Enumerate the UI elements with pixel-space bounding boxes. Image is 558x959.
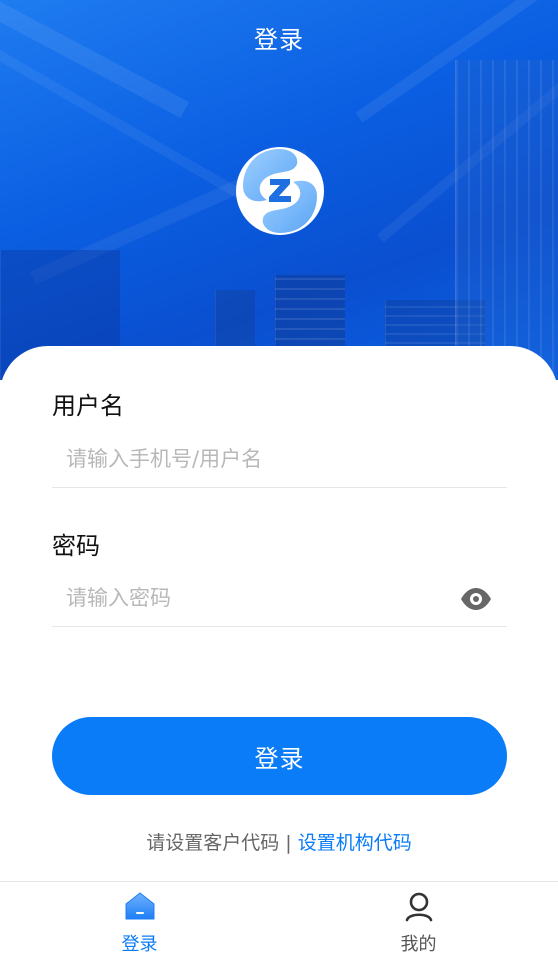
tab-mine[interactable]: 我的 xyxy=(279,882,558,959)
username-input[interactable] xyxy=(52,430,507,488)
set-org-code-link[interactable]: 设置机构代码 xyxy=(298,832,412,854)
person-icon xyxy=(405,892,433,922)
username-label: 用户名 xyxy=(52,392,124,420)
hero-banner: 登录 xyxy=(0,0,558,380)
customer-code-line: 请设置客户代码 | 设置机构代码 xyxy=(0,828,558,855)
tab-mine-label: 我的 xyxy=(400,934,437,955)
login-screen: 登录 用户名 密码 登录 请设置客户代码 | 设置机构代码 xyxy=(0,0,558,959)
tab-login-label: 登录 xyxy=(121,934,158,955)
password-input[interactable] xyxy=(52,569,507,627)
login-button[interactable]: 登录 xyxy=(52,717,507,795)
login-card: 用户名 密码 登录 请设置客户代码 | 设置机构代码 xyxy=(0,346,558,882)
page-title: 登录 xyxy=(254,26,304,54)
eye-icon[interactable] xyxy=(460,586,492,612)
password-label: 密码 xyxy=(52,532,100,560)
customer-code-text: 请设置客户代码 xyxy=(146,832,280,854)
customer-code-separator: | xyxy=(279,832,298,854)
brand-logo-icon xyxy=(236,147,324,235)
tab-login[interactable]: 登录 xyxy=(0,882,279,959)
home-icon xyxy=(125,892,155,920)
bottom-tabbar: 登录 我的 xyxy=(0,881,558,959)
